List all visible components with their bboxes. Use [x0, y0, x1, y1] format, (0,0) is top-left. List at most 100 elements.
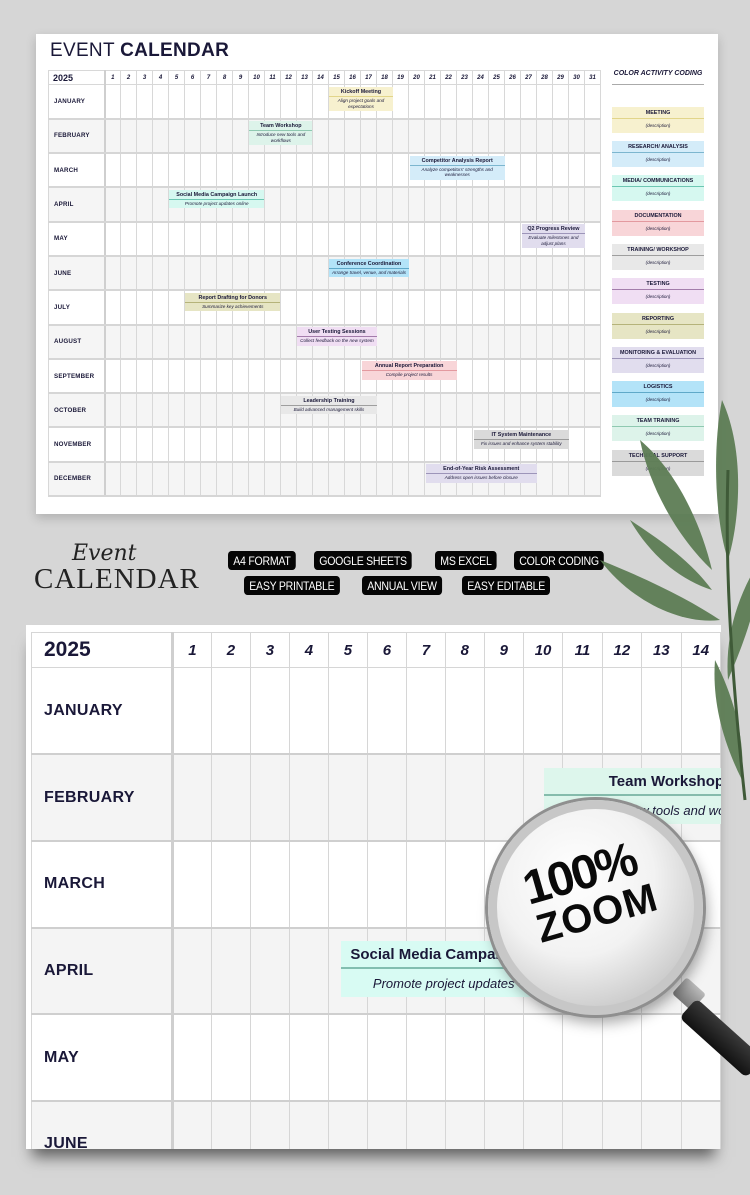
day-cell[interactable] — [216, 426, 233, 463]
zoom-day-cell[interactable] — [483, 667, 524, 756]
zoom-day-cell[interactable] — [405, 667, 446, 756]
day-cell[interactable] — [504, 83, 521, 120]
event-block[interactable]: End-of-Year Risk Assessment Address open … — [425, 464, 537, 483]
zoom-day-cell[interactable] — [327, 667, 368, 756]
day-cell[interactable] — [312, 152, 329, 189]
day-cell[interactable] — [360, 152, 377, 189]
day-cell[interactable] — [568, 255, 585, 292]
day-cell[interactable] — [488, 358, 505, 395]
day-cell[interactable] — [392, 324, 409, 360]
day-cell[interactable] — [568, 289, 585, 326]
day-cell[interactable] — [200, 324, 217, 360]
day-cell[interactable] — [584, 118, 601, 155]
day-cell[interactable] — [536, 392, 553, 429]
day-cell[interactable] — [104, 358, 121, 395]
day-cell[interactable] — [568, 358, 585, 395]
day-cell[interactable] — [280, 221, 297, 257]
day-cell[interactable] — [360, 221, 377, 257]
day-cell[interactable] — [200, 83, 217, 120]
day-cell[interactable] — [392, 426, 409, 463]
day-cell[interactable] — [152, 289, 169, 326]
day-cell[interactable] — [456, 221, 473, 257]
day-cell[interactable] — [312, 426, 329, 463]
day-cell[interactable] — [568, 186, 585, 223]
day-cell[interactable] — [232, 83, 249, 120]
day-cell[interactable] — [248, 426, 265, 463]
day-cell[interactable] — [136, 324, 153, 360]
zoom-day-cell[interactable] — [171, 667, 212, 756]
day-cell[interactable] — [312, 289, 329, 326]
day-cell[interactable] — [184, 118, 201, 155]
day-cell[interactable] — [248, 255, 265, 292]
day-cell[interactable] — [168, 426, 185, 463]
day-cell[interactable] — [392, 186, 409, 223]
day-cell[interactable] — [136, 118, 153, 155]
zoom-day-cell[interactable] — [562, 1100, 603, 1149]
day-cell[interactable] — [264, 255, 281, 292]
day-cell[interactable] — [536, 83, 553, 120]
day-cell[interactable] — [552, 358, 569, 395]
zoom-day-cell[interactable] — [366, 1013, 407, 1102]
day-cell[interactable] — [120, 255, 137, 292]
day-cell[interactable] — [472, 392, 489, 429]
day-cell[interactable] — [232, 426, 249, 463]
day-cell[interactable] — [232, 118, 249, 155]
day-cell[interactable] — [456, 324, 473, 360]
day-cell[interactable] — [440, 83, 457, 120]
day-cell[interactable] — [168, 392, 185, 429]
day-cell[interactable] — [504, 392, 521, 429]
day-cell[interactable] — [104, 392, 121, 429]
day-cell[interactable] — [440, 118, 457, 155]
day-cell[interactable] — [408, 255, 425, 292]
day-cell[interactable] — [472, 289, 489, 326]
zoom-day-cell[interactable] — [171, 1013, 212, 1102]
day-cell[interactable] — [184, 324, 201, 360]
day-cell[interactable] — [200, 461, 217, 498]
day-cell[interactable] — [408, 186, 425, 223]
day-cell[interactable] — [520, 358, 537, 395]
zoom-day-cell[interactable] — [288, 667, 329, 756]
day-cell[interactable] — [264, 83, 281, 120]
day-cell[interactable] — [376, 186, 393, 223]
day-cell[interactable] — [344, 118, 361, 155]
day-cell[interactable] — [424, 255, 441, 292]
day-cell[interactable] — [200, 426, 217, 463]
zoom-day-cell[interactable] — [483, 1100, 524, 1149]
day-cell[interactable] — [216, 83, 233, 120]
day-cell[interactable] — [568, 152, 585, 189]
day-cell[interactable] — [168, 83, 185, 120]
day-cell[interactable] — [376, 392, 393, 429]
day-cell[interactable] — [120, 221, 137, 257]
day-cell[interactable] — [216, 255, 233, 292]
day-cell[interactable] — [296, 426, 313, 463]
day-cell[interactable] — [152, 358, 169, 395]
day-cell[interactable] — [120, 392, 137, 429]
day-cell[interactable] — [264, 392, 281, 429]
day-cell[interactable] — [456, 255, 473, 292]
day-cell[interactable] — [104, 324, 121, 360]
event-block[interactable]: Q2 Progress Review Evaluate milestones an… — [521, 224, 585, 249]
zoom-day-cell[interactable] — [405, 1013, 446, 1102]
day-cell[interactable] — [584, 392, 601, 429]
day-cell[interactable] — [536, 324, 553, 360]
day-cell[interactable] — [312, 461, 329, 498]
zoom-day-cell[interactable] — [210, 667, 251, 756]
day-cell[interactable] — [264, 324, 281, 360]
day-cell[interactable] — [424, 324, 441, 360]
day-cell[interactable] — [488, 221, 505, 257]
day-cell[interactable] — [136, 392, 153, 429]
zoom-day-cell[interactable] — [601, 667, 643, 756]
day-cell[interactable] — [584, 461, 601, 498]
day-cell[interactable] — [440, 186, 457, 223]
day-cell[interactable] — [456, 83, 473, 120]
day-cell[interactable] — [584, 221, 601, 257]
day-cell[interactable] — [184, 152, 201, 189]
day-cell[interactable] — [344, 186, 361, 223]
event-block[interactable]: Team Workshop Introduce new tools and wor… — [249, 121, 313, 146]
day-cell[interactable] — [328, 221, 345, 257]
day-cell[interactable] — [360, 186, 377, 223]
day-cell[interactable] — [328, 289, 345, 326]
day-cell[interactable] — [264, 152, 281, 189]
zoom-day-cell[interactable] — [327, 753, 368, 842]
day-cell[interactable] — [280, 152, 297, 189]
